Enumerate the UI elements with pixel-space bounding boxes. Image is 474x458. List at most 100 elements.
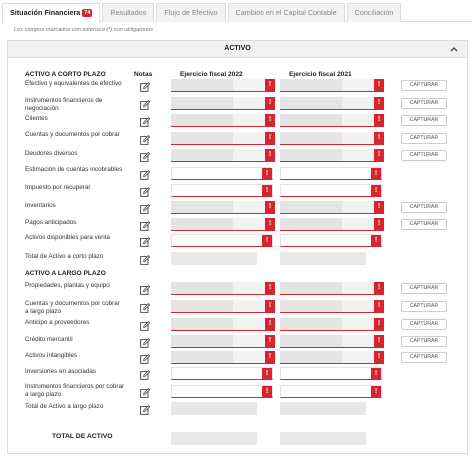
field-2021[interactable]: ! [280,351,384,364]
edit-note-icon[interactable] [140,97,151,110]
capturar-button[interactable]: CAPTURAR [401,80,447,91]
field-2022[interactable]: ! [171,114,275,127]
edit-note-icon[interactable] [140,167,151,180]
edit-note-icon[interactable] [140,218,151,231]
edit-note-icon[interactable] [140,318,151,331]
field-2022[interactable]: ! [171,132,275,145]
edit-note-icon[interactable] [140,367,151,380]
field-2022[interactable]: ! [171,385,273,398]
field-2021[interactable]: ! [280,367,382,380]
field-2022[interactable]: ! [171,167,273,180]
capturar-button[interactable]: CAPTURAR [401,336,447,347]
row-label: Pagos anticipados [25,219,77,226]
field-2021[interactable]: ! [280,97,384,110]
capturar-button[interactable]: CAPTURAR [401,115,447,126]
field-2021[interactable]: ! [280,79,384,92]
capturar-button[interactable]: CAPTURAR [401,133,447,144]
field-2022 [171,402,257,415]
edit-note-icon[interactable] [140,79,151,92]
field-2022[interactable]: ! [171,300,275,313]
field-fill [280,201,343,213]
chevron-up-icon[interactable] [448,43,460,55]
capturar-button[interactable]: CAPTURAR [401,219,447,230]
field-2022[interactable]: ! [171,218,275,231]
panel-header[interactable]: ACTIVO [8,41,467,58]
field-2021[interactable]: ! [280,114,384,127]
tab-flujo-de-efectivo[interactable]: Flujo de Efectivo [156,3,226,22]
edit-note-icon[interactable] [140,201,151,214]
field-fill [280,351,343,363]
edit-note-icon[interactable] [140,351,151,364]
field-fill [280,149,343,161]
error-icon: ! [371,185,381,197]
field-2021[interactable]: ! [280,300,384,313]
tab-situacion-financiera[interactable]: Situación Financiera 74 [2,3,101,23]
tab-conciliacion[interactable]: Conciliación [346,3,402,22]
field-fill [171,335,234,347]
edit-note-icon[interactable] [140,234,151,247]
edit-note-icon[interactable] [140,300,151,313]
field-2022[interactable]: ! [171,367,273,380]
capturar-button[interactable]: CAPTURAR [401,283,447,294]
field-2021[interactable]: ! [280,218,384,231]
field-2022[interactable]: ! [171,234,273,247]
error-icon: ! [374,132,384,144]
edit-note-icon[interactable] [140,252,151,265]
error-icon: ! [374,79,384,91]
error-icon: ! [265,300,275,312]
edit-note-icon[interactable] [140,132,151,145]
field-2022[interactable]: ! [171,335,275,348]
field-2021[interactable]: ! [280,318,384,331]
error-icon: ! [371,235,381,247]
total-activo-2021 [280,432,366,445]
capturar-button[interactable]: CAPTURAR [401,319,447,330]
field-2022[interactable]: ! [171,318,275,331]
capturar-button[interactable]: CAPTURAR [401,150,447,161]
error-icon: ! [265,351,275,363]
edit-note-icon[interactable] [140,184,151,197]
edit-note-icon[interactable] [140,149,151,162]
field-2022[interactable]: ! [171,149,275,162]
field-2022 [171,252,257,265]
field-2022[interactable]: ! [171,184,273,197]
capturar-button[interactable]: CAPTURAR [401,98,447,109]
field-2021[interactable]: ! [280,385,382,398]
field-2022[interactable]: ! [171,201,275,214]
edit-note-icon[interactable] [140,385,151,398]
field-fill [171,201,234,213]
field-2022[interactable]: ! [171,97,275,110]
row-label: Crédito mercantil [25,336,73,343]
field-2022[interactable]: ! [171,282,275,295]
capturar-button[interactable]: CAPTURAR [401,202,447,213]
field-2021[interactable]: ! [280,201,384,214]
field-fill [171,79,234,91]
required-fields-note: Los campos marcados con asterisco (*) so… [14,27,153,33]
field-2021[interactable]: ! [280,234,382,247]
field-fill [280,300,343,312]
row-label: Deudores diversos [25,150,78,157]
field-fill [171,114,234,126]
error-icon: ! [374,282,384,294]
capturar-button[interactable]: CAPTURAR [401,352,447,363]
field-2021[interactable]: ! [280,167,382,180]
error-icon: ! [262,168,272,180]
edit-note-icon[interactable] [140,335,151,348]
field-2021[interactable]: ! [280,149,384,162]
error-icon: ! [374,218,384,230]
error-icon: ! [371,386,381,398]
field-2022[interactable]: ! [171,351,275,364]
edit-note-icon[interactable] [140,114,151,127]
row-label: Activos disponibles para venta [25,234,111,241]
edit-note-icon[interactable] [140,282,151,295]
tab-cambios-capital-contable[interactable]: Cambios en el Capital Contable [227,3,345,22]
field-2022[interactable]: ! [171,79,275,92]
tab-resultados[interactable]: Resultados [102,3,155,22]
capturar-button[interactable]: CAPTURAR [401,301,447,312]
edit-note-icon[interactable] [140,402,151,415]
error-icon: ! [374,335,384,347]
field-2021[interactable]: ! [280,282,384,295]
field-2021[interactable]: ! [280,335,384,348]
field-2021[interactable]: ! [280,132,384,145]
field-2021[interactable]: ! [280,184,382,197]
section-largo-plazo: ACTIVO A LARGO PLAZO [25,270,106,277]
